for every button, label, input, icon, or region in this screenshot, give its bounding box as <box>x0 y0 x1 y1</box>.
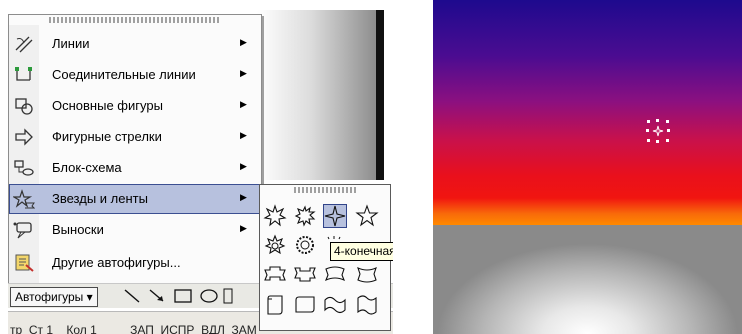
menu-item-more-autoshapes[interactable]: Другие автофигуры... <box>9 248 261 278</box>
textbox-tool-icon[interactable] <box>222 287 242 305</box>
menu-drag-handle[interactable] <box>49 17 221 23</box>
arrow-tool-icon[interactable] <box>147 287 167 305</box>
submenu-arrow-icon: ▶ <box>240 37 247 47</box>
gradient-picture <box>433 0 742 334</box>
status-text: тр Ст 1 Кол 1 ЗАП ИСПР ВДЛ ЗАМ <box>10 323 257 334</box>
star-5-point-icon[interactable] <box>355 204 379 228</box>
line-tool-icon[interactable] <box>122 287 142 305</box>
submenu-drag-handle[interactable] <box>294 187 356 193</box>
star-4-point-shape-icon[interactable] <box>645 118 671 144</box>
more-autoshapes-icon <box>15 254 34 272</box>
menu-label: Основные фигуры <box>52 98 163 113</box>
curved-ribbon-down-icon[interactable] <box>355 262 379 286</box>
menu-item-block-arrows[interactable]: Фигурные стрелки ▶ <box>9 122 261 152</box>
curved-ribbon-up-icon[interactable] <box>323 262 347 286</box>
explosion-1-icon[interactable] <box>263 204 287 228</box>
menu-item-lines[interactable]: Линии ▶ <box>9 29 261 59</box>
rectangle-tool-icon[interactable] <box>173 287 193 305</box>
submenu-arrow-icon: ▶ <box>240 99 247 109</box>
ribbon-up-icon[interactable] <box>263 262 287 286</box>
shape-tooltip: 4-конечная <box>330 242 393 261</box>
callouts-icon <box>13 222 32 239</box>
explosion-2-icon[interactable] <box>293 204 317 228</box>
star-16-point-icon[interactable] <box>293 233 317 257</box>
menu-label: Соединительные линии <box>52 67 196 82</box>
menu-label: Звезды и ленты <box>52 191 148 206</box>
radial-gradient-area <box>433 225 742 334</box>
menu-label: Фигурные стрелки <box>52 129 162 144</box>
menu-item-connectors[interactable]: Соединительные линии ▶ <box>9 60 261 90</box>
horizontal-scroll-icon[interactable] <box>293 293 317 317</box>
submenu-arrow-icon: ▶ <box>240 161 247 171</box>
autoshapes-menu: Линии ▶ Соединительные линии ▶ Основные … <box>8 14 262 284</box>
submenu-arrow-icon: ▶ <box>240 223 247 233</box>
wave-icon[interactable] <box>323 293 347 317</box>
menu-item-basic-shapes[interactable]: Основные фигуры ▶ <box>9 91 261 121</box>
menu-label: Выноски <box>52 222 104 237</box>
document-background <box>257 10 377 180</box>
basic-shapes-icon <box>15 98 33 115</box>
autoshapes-button[interactable]: Автофигуры ▾ <box>10 287 98 307</box>
star-4-point-icon[interactable] <box>323 204 347 228</box>
vertical-scroll-icon[interactable] <box>263 293 287 317</box>
oval-tool-icon[interactable] <box>199 287 219 305</box>
ribbon-down-icon[interactable] <box>293 262 317 286</box>
star-8-point-icon[interactable] <box>263 233 287 257</box>
menu-item-flowchart[interactable]: Блок-схема ▶ <box>9 153 261 183</box>
double-wave-icon[interactable] <box>355 293 379 317</box>
submenu-arrow-icon: ▶ <box>240 68 247 78</box>
menu-label: Другие автофигуры... <box>52 255 181 270</box>
menu-label: Линии <box>52 36 90 51</box>
stars-banners-icon <box>13 189 35 209</box>
submenu-arrow-icon: ▶ <box>240 130 247 140</box>
menu-label: Блок-схема <box>52 160 122 175</box>
menu-item-stars-banners[interactable]: Звезды и ленты ▶ <box>9 184 261 214</box>
gradient-fill-area <box>433 0 742 225</box>
document-edge <box>376 10 384 185</box>
block-arrows-icon <box>15 128 33 146</box>
connectors-icon <box>15 67 32 81</box>
autoshapes-screenshot: Линии ▶ Соединительные линии ▶ Основные … <box>0 0 393 334</box>
menu-item-callouts[interactable]: Выноски ▶ <box>9 215 261 245</box>
submenu-arrow-icon: ▶ <box>240 192 247 202</box>
lines-icon <box>15 36 33 53</box>
flowchart-icon <box>14 160 34 176</box>
